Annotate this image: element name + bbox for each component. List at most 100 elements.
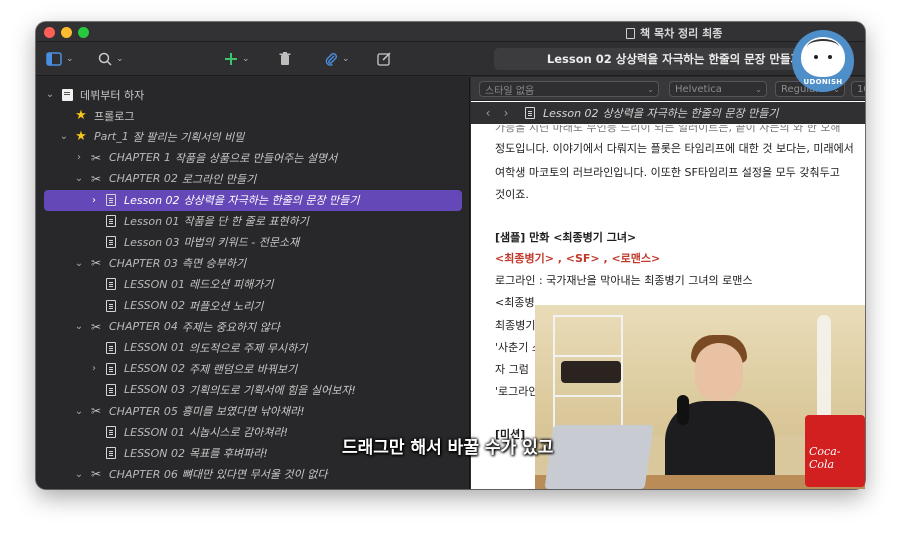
binder-row-selected[interactable]: › Lesson 02 상상력을 자극하는 한줄의 문장 만들기 [44,189,462,211]
page-icon [104,341,118,355]
document-icon [626,27,635,39]
row-prefix: LESSON 02 [124,299,186,312]
row-prefix: Part_1 [94,130,129,144]
page-icon [104,446,118,460]
style-select-value: 스타일 없음 [485,85,535,97]
binder-row[interactable]: ⌄ ✂ CHAPTER 04 주제는 중요하지 않다 [36,316,470,337]
toolbar: ⌄ ⌄ ⌄ ⌄ Lesson 02 상상력을 자극하는 한줄의 문장 만들기 [36,42,865,76]
chevron-down-icon[interactable]: ⌄ [44,89,56,100]
row-label: 주제 랜덤으로 바꿔보기 [189,362,298,376]
row-prefix: CHAPTER 05 [109,404,178,418]
size-select-value: 10 [857,83,865,95]
attach-button[interactable]: ⌄ [324,49,350,69]
row-prefix: LESSON 01 [124,425,186,439]
document-line: 자 그럼 [495,363,529,376]
chevron-down-icon[interactable]: ⌄ [73,321,85,332]
search-icon [98,52,112,66]
binder-row[interactable]: ⌄ 데뷔부터 하자 [36,84,470,105]
binder-row[interactable]: › LESSON 02 주제 랜덤으로 바꿔보기 [36,358,470,379]
binder-row[interactable]: ⌄ ✂ CHAPTER 02 로그라인 만들기 [36,168,470,189]
document-line: [샘플] 만화 <최종병기 그녀> [495,231,637,244]
chevron-down-icon[interactable]: ⌄ [58,131,70,142]
path-bar: ‹ › Lesson 02 상상력을 자극하는 한줄의 문장 만들기 [471,102,865,124]
row-label: 뼈대만 있다면 무서울 것이 없다 [181,468,328,482]
path-title: 상상력을 자극하는 한줄의 문장 만들기 [602,107,779,120]
search-button[interactable]: ⌄ [98,49,124,69]
page-icon [104,425,118,439]
row-label: 마법의 키워드 - 전문소재 [183,236,300,250]
binder-row[interactable]: ⌄ ✂ CHAPTER 05 흥미를 보였다면 낚아채라! [36,401,470,422]
chevron-down-icon: ⌄ [66,54,74,64]
row-label: 측면 승부하기 [181,257,247,271]
font-select[interactable]: Helvetica ⌄ [669,81,767,97]
row-label: 상상력을 자극하는 한줄의 문장 만들기 [183,194,360,207]
row-prefix: CHAPTER 03 [109,256,178,270]
minimize-window-button[interactable] [61,27,72,38]
binder-row[interactable]: ⌄ ✂ CHAPTER 03 측면 승부하기 [36,253,470,274]
row-prefix: LESSON 01 [124,277,186,291]
row-prefix: CHAPTER 02 [109,172,178,186]
page-icon [104,299,118,313]
binder-row[interactable]: Lesson 01 작품을 단 한 줄로 표현하기 [36,211,470,232]
page-icon [525,107,535,119]
row-label: 프롤로그 [94,109,135,123]
trash-icon [279,52,291,65]
video-guitar [817,315,831,425]
row-prefix: Lesson 01 [124,214,180,228]
binder-row[interactable]: ⌄ ★ Part_1 잘 팔리는 기획서의 비밀 [36,126,470,147]
page-icon [104,214,118,228]
binder-row[interactable]: › ✂ CHAPTER 1 작품을 상품으로 만들어주는 설명서 [36,147,470,168]
row-prefix: CHAPTER 06 [109,467,178,481]
chevron-right-icon[interactable]: › [88,363,100,374]
row-prefix: CHAPTER 04 [109,320,178,334]
binder-row[interactable]: Lesson 03 마법의 키워드 - 전문소재 [36,232,470,253]
row-prefix: CHAPTER 1 [109,151,171,165]
binder-sidebar: ⌄ 데뷔부터 하자 ★ 프롤로그 ⌄ ★ Part_1 잘 팔리는 기획서의 비밀 › ✂ CHAP… [36,77,470,489]
binder-row[interactable]: ★ 프롤로그 [36,105,470,126]
row-label: 작품을 단 한 줄로 표현하기 [183,215,309,229]
back-arrow-icon[interactable]: ‹ [479,106,497,120]
add-button[interactable]: ⌄ [224,49,250,69]
channel-avatar: UDONISH [792,30,854,92]
row-label: 작품을 상품으로 만들어주는 설명서 [174,151,338,165]
binder-row[interactable]: LESSON 03 기획의도로 기획서에 힘을 실어보자! [36,379,470,400]
avatar-eye [828,55,832,59]
binder-row[interactable]: ⌄ ✂ CHAPTER 06 뼈대만 있다면 무서울 것이 없다 [36,464,470,485]
attach-icon [325,53,337,66]
binder-row[interactable]: LESSON 01 의도적으로 주제 무시하기 [36,337,470,358]
document-line: <최종병 [495,296,535,309]
chevron-right-icon[interactable]: › [73,152,85,163]
trash-button[interactable] [279,49,291,69]
binder-row[interactable]: LESSON 01 레드오션 피해가기 [36,274,470,295]
binder-row[interactable]: LESSON 02 퍼플오션 노리기 [36,295,470,316]
row-prefix: LESSON 02 [124,362,186,376]
row-label: 로그라인 만들기 [181,172,257,186]
star-icon: ★ [75,107,87,123]
row-label: 기획의도로 기획서에 힘을 실어보자! [189,383,356,397]
chevron-right-icon[interactable]: › [88,195,100,206]
webcam-video-overlay: Coca-Cola [535,305,865,489]
style-select[interactable]: 스타일 없음 ⌄ [479,81,659,97]
compose-button[interactable] [377,49,392,69]
row-label: 목표를 후벼파라! [189,447,268,461]
chevron-down-icon[interactable]: ⌄ [73,258,85,269]
window-title: 책 목차 정리 최종 [626,25,722,41]
forward-arrow-icon[interactable]: › [497,106,515,120]
document-line: 가능을 지닌 마래도 무인등 드리이 되는 일러이트는, 끝이 사는의 와 한 … [495,125,841,134]
row-label: 주제는 중요하지 않다 [181,320,280,334]
chevron-down-icon: ⌄ [242,54,250,64]
maximize-window-button[interactable] [78,27,89,38]
avatar-face [801,37,845,77]
star-icon: ★ [75,128,87,144]
close-window-button[interactable] [44,27,55,38]
row-prefix: LESSON 03 [124,383,186,397]
chevron-down-icon[interactable]: ⌄ [73,406,85,417]
row-label: 시놉시스로 감아쳐라! [189,426,289,440]
page-icon [104,277,118,291]
font-select-value: Helvetica [675,83,722,95]
row-prefix: Lesson 03 [124,235,180,249]
chevron-down-icon[interactable]: ⌄ [73,469,85,480]
chevron-down-icon[interactable]: ⌄ [73,173,85,184]
chevron-updown-icon: ⌄ [755,84,762,94]
sidebar-toggle-button[interactable]: ⌄ [46,49,74,69]
